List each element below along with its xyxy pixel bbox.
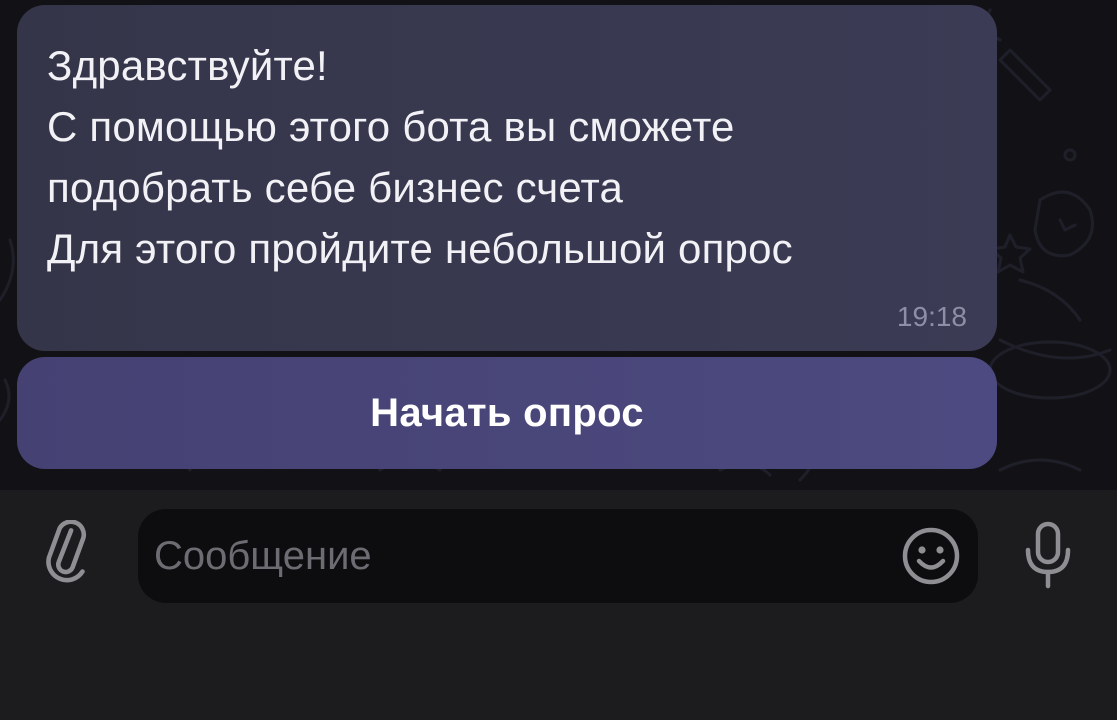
message-input[interactable]	[154, 509, 874, 603]
start-survey-button-label: Начать опрос	[370, 390, 644, 435]
message-text-line: С помощью этого бота вы сможете	[47, 103, 735, 150]
message-input-container	[138, 509, 978, 603]
message-text-line: Здравствуйте!	[47, 42, 328, 89]
microphone-icon	[1025, 521, 1071, 589]
start-survey-button[interactable]: Начать опрос	[17, 357, 997, 469]
message-text-line: Для этого пройдите небольшой опрос	[47, 225, 793, 272]
voice-message-button[interactable]	[1016, 520, 1080, 592]
paperclip-icon	[46, 520, 87, 583]
message-text-line: подобрать себе бизнес счета	[47, 164, 624, 211]
smiley-icon	[902, 527, 960, 585]
emoji-button[interactable]	[900, 525, 962, 587]
message-input-bar	[0, 490, 1117, 720]
message-timestamp: 19:18	[896, 301, 967, 332]
incoming-message-bubble: Здравствуйте! С помощью этого бота вы см…	[17, 5, 997, 351]
attach-button[interactable]	[40, 512, 98, 592]
chat-area: Здравствуйте! С помощью этого бота вы см…	[0, 0, 1117, 490]
